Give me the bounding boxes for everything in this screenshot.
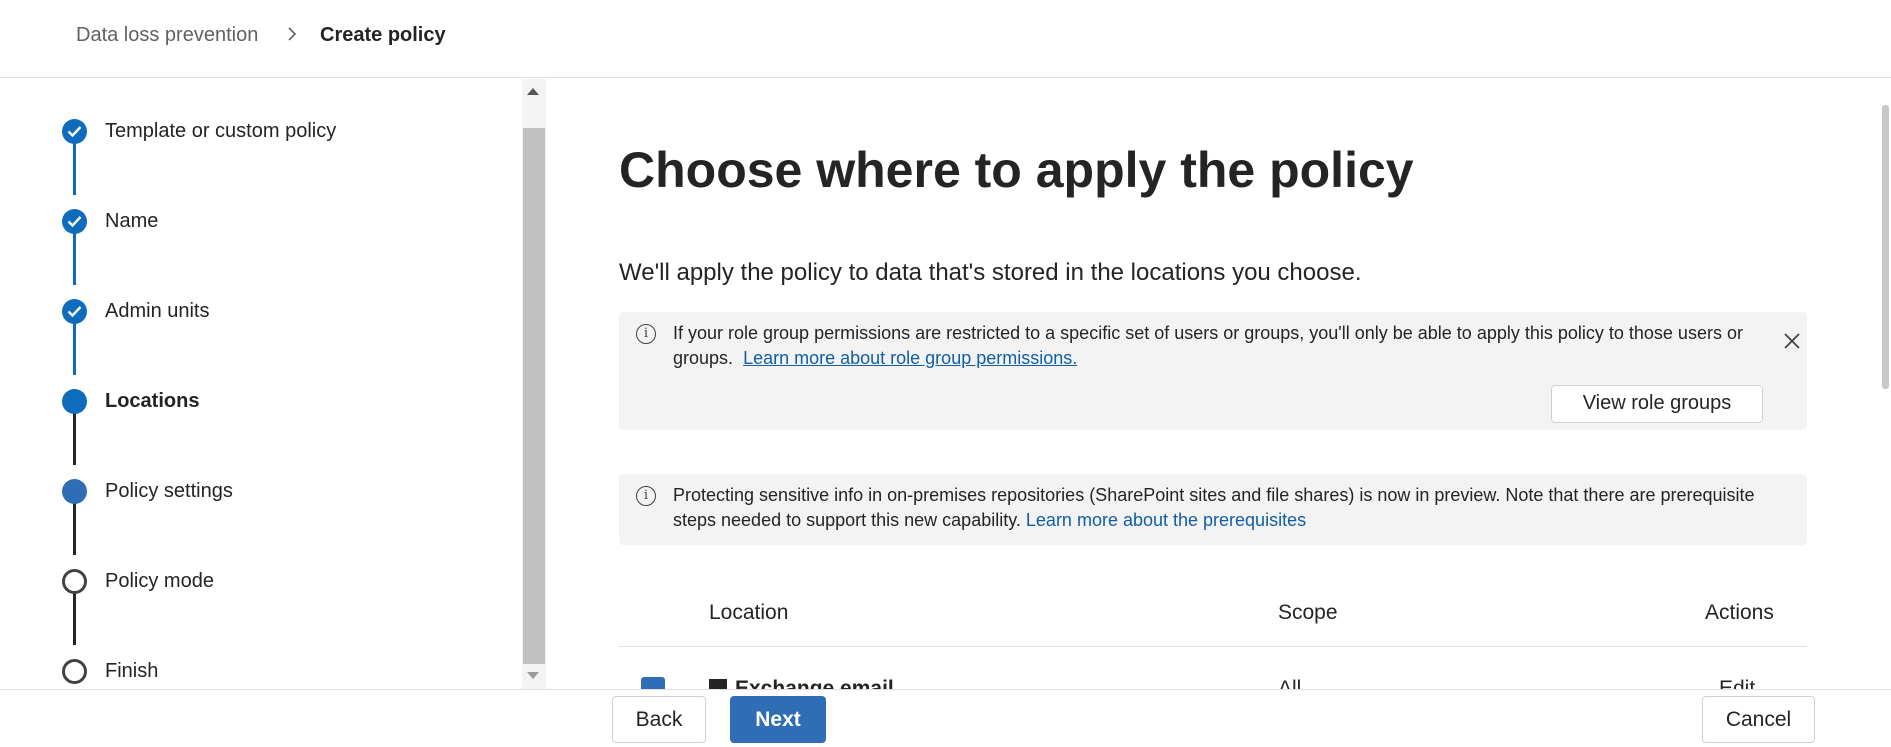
scroll-up-arrow-icon[interactable] bbox=[527, 88, 539, 95]
role-group-permissions-link[interactable]: Learn more about role group permissions. bbox=[743, 348, 1077, 368]
edit-location-link[interactable]: Edit bbox=[1719, 677, 1755, 689]
chevron-right-icon bbox=[286, 24, 298, 49]
main-content: Choose where to apply the policy We'll a… bbox=[547, 79, 1887, 689]
step-empty-icon bbox=[62, 659, 87, 684]
step-admin-units[interactable]: Admin units bbox=[105, 300, 210, 323]
location-checkbox[interactable] bbox=[641, 677, 665, 689]
footer-bar: Back Next Cancel bbox=[0, 689, 1891, 747]
next-button[interactable]: Next bbox=[730, 696, 826, 743]
step-name[interactable]: Name bbox=[105, 210, 158, 233]
header-bar: Data loss prevention Create policy bbox=[0, 0, 1891, 78]
step-locations[interactable]: Locations bbox=[105, 390, 199, 413]
page-subtitle: We'll apply the policy to data that's st… bbox=[619, 259, 1362, 286]
location-name: Exchange email bbox=[735, 677, 894, 689]
step-template-or-custom-policy[interactable]: Template or custom policy bbox=[105, 120, 336, 143]
role-group-info-message: If your role group permissions are restr… bbox=[673, 321, 1783, 371]
back-button[interactable]: Back bbox=[612, 696, 706, 743]
step-completed-icon bbox=[62, 209, 87, 234]
table-divider bbox=[619, 646, 1807, 647]
role-group-info-banner: i If your role group permissions are res… bbox=[619, 312, 1807, 430]
exchange-icon bbox=[709, 679, 727, 689]
step-finish[interactable]: Finish bbox=[105, 660, 158, 683]
column-header-actions: Actions bbox=[1705, 601, 1774, 624]
sidebar-scrollbar-thumb[interactable] bbox=[523, 128, 545, 664]
cancel-button[interactable]: Cancel bbox=[1702, 696, 1815, 743]
close-icon[interactable] bbox=[1781, 330, 1803, 352]
step-upcoming-icon bbox=[62, 479, 87, 504]
step-policy-settings[interactable]: Policy settings bbox=[105, 480, 233, 503]
wizard-steps: Template or custom policy Name Admin uni… bbox=[0, 79, 522, 689]
breadcrumb-current-page: Create policy bbox=[320, 24, 446, 46]
breadcrumb-data-loss-prevention[interactable]: Data loss prevention bbox=[76, 24, 258, 47]
prerequisites-link[interactable]: Learn more about the prerequisites bbox=[1026, 510, 1306, 530]
scroll-down-arrow-icon[interactable] bbox=[527, 672, 539, 679]
step-empty-icon bbox=[62, 569, 87, 594]
onprem-info-message: Protecting sensitive info in on-premises… bbox=[673, 483, 1783, 533]
main-scrollbar-thumb[interactable] bbox=[1882, 105, 1889, 389]
page-title: Choose where to apply the policy bbox=[619, 142, 1414, 198]
step-policy-mode[interactable]: Policy mode bbox=[105, 570, 214, 593]
view-role-groups-button[interactable]: View role groups bbox=[1551, 385, 1763, 423]
step-completed-icon bbox=[62, 119, 87, 144]
info-icon: i bbox=[636, 486, 656, 506]
info-icon: i bbox=[636, 324, 656, 344]
location-scope: All bbox=[1278, 677, 1302, 689]
step-current-icon bbox=[62, 389, 87, 414]
column-header-scope[interactable]: Scope bbox=[1278, 601, 1338, 625]
onprem-preview-info-banner: i Protecting sensitive info in on-premis… bbox=[619, 474, 1807, 545]
column-header-location[interactable]: Location bbox=[709, 601, 788, 625]
step-completed-icon bbox=[62, 299, 87, 324]
